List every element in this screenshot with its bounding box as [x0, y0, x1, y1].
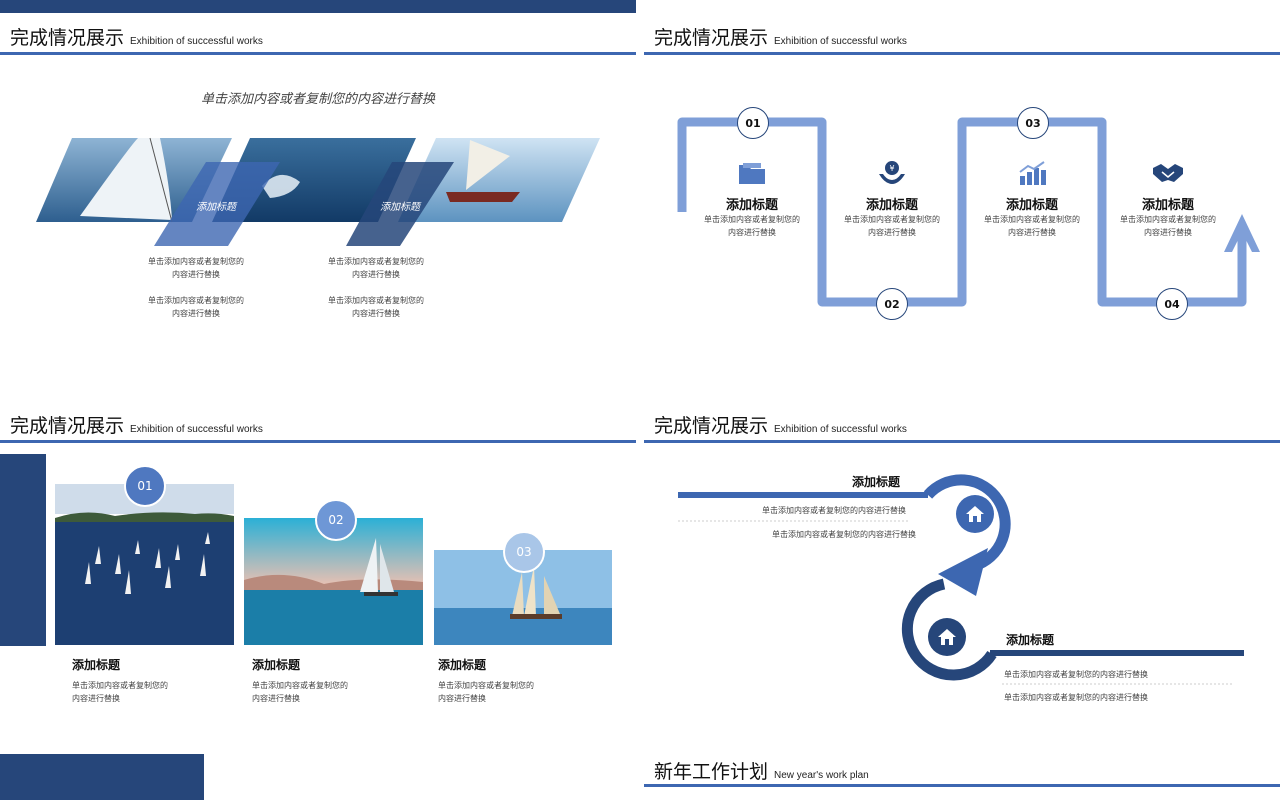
top-item-line2: 单击添加内容或者复制您的内容进行替换: [772, 530, 916, 539]
title-rule: [644, 784, 1280, 787]
title-rule: [0, 52, 636, 55]
home-icon: [966, 506, 984, 522]
home-icon: [938, 629, 956, 645]
bottom-item-line1: 单击添加内容或者复制您的内容进行替换: [1004, 670, 1148, 679]
card-title: 添加标题: [438, 658, 487, 672]
title-en: Exhibition of successful works: [130, 424, 263, 435]
card-title: 添加标题: [72, 658, 121, 672]
card-badge-1: 01: [124, 465, 166, 507]
step-title: 添加标题: [1005, 198, 1058, 213]
overlay-title-2: 添加标题: [380, 202, 420, 213]
card-3: 添加标题 单击添加内容或者复制您的 内容进行替换: [438, 656, 598, 705]
top-item-line1: 单击添加内容或者复制您的内容进行替换: [762, 506, 906, 515]
step-3: 添加标题 单击添加内容或者复制您的 内容进行替换: [977, 160, 1087, 239]
step-title: 添加标题: [865, 198, 918, 213]
text-column-2: 单击添加内容或者复制您的 内容进行替换 单击添加内容或者复制您的 内容进行替换: [328, 257, 424, 318]
step-2: ¥ 添加标题 单击添加内容或者复制您的 内容进行替换: [837, 160, 947, 239]
regatta-photo: [55, 484, 234, 645]
bottom-item-title: 添加标题: [1006, 633, 1055, 647]
step-badge-2: 02: [876, 288, 908, 320]
title-en: Exhibition of successful works: [130, 36, 263, 47]
step-badge-3: 03: [1017, 107, 1049, 139]
subtitle: 单击添加内容或者复制您的内容进行替换: [200, 92, 435, 107]
top-item-title: 添加标题: [852, 475, 901, 489]
bar-chart-icon: [1019, 161, 1046, 185]
bottom-item-line2: 单击添加内容或者复制您的内容进行替换: [1004, 693, 1148, 702]
step-badge-1: 01: [737, 107, 769, 139]
overlay-title-1: 添加标题: [196, 202, 236, 213]
home-icon-top: [956, 495, 994, 533]
photo-strip: [36, 137, 600, 246]
card-badge-3: 03: [503, 531, 545, 573]
step-badge-4: 04: [1156, 288, 1188, 320]
slide-work-plan: 新年工作计划 New year's work plan: [644, 752, 1280, 800]
slide-photo-cards: 完成情况展示 Exhibition of successful works 01: [0, 388, 636, 754]
card-title: 添加标题: [252, 658, 301, 672]
card-2: 添加标题 单击添加内容或者复制您的 内容进行替换: [252, 656, 412, 705]
slide-cycle-diagram: 完成情况展示 Exhibition of successful works 添加…: [644, 388, 1280, 754]
card-1: 添加标题 单击添加内容或者复制您的 内容进行替换: [72, 656, 232, 705]
folder-icon: [739, 163, 765, 184]
slide-title: 完成情况展示 Exhibition of successful works: [10, 414, 263, 438]
money-hand-icon: ¥: [879, 161, 905, 184]
title-rule: [0, 440, 636, 443]
bottom-accent-block: [0, 754, 204, 800]
slide-title: 完成情况展示 Exhibition of successful works: [10, 26, 263, 50]
slide-process-steps: 完成情况展示 Exhibition of successful works 01…: [644, 0, 1280, 366]
title-zh: 新年工作计划: [654, 761, 769, 783]
step-title: 添加标题: [725, 198, 778, 213]
card-badge-2: 02: [315, 499, 357, 541]
slide-completion-photos: 完成情况展示 Exhibition of successful works 单击…: [0, 0, 636, 366]
title-zh: 完成情况展示: [10, 27, 125, 49]
svg-text:¥: ¥: [889, 164, 894, 173]
top-accent-bar: [0, 0, 636, 13]
title-en: New year's work plan: [774, 770, 869, 781]
slide-title: 新年工作计划 New year's work plan: [654, 760, 869, 784]
handshake-icon: [1153, 164, 1183, 182]
text-column-1: 单击添加内容或者复制您的 内容进行替换 单击添加内容或者复制您的 内容进行替换: [148, 257, 244, 318]
step-1: 添加标题 单击添加内容或者复制您的 内容进行替换: [697, 160, 807, 239]
side-accent-bar: [0, 454, 46, 646]
step-4: 添加标题 单击添加内容或者复制您的 内容进行替换: [1113, 160, 1223, 239]
step-title: 添加标题: [1141, 198, 1194, 213]
home-icon-bottom: [928, 618, 966, 656]
title-zh: 完成情况展示: [10, 415, 125, 437]
cycle-diagram: [678, 474, 1244, 685]
